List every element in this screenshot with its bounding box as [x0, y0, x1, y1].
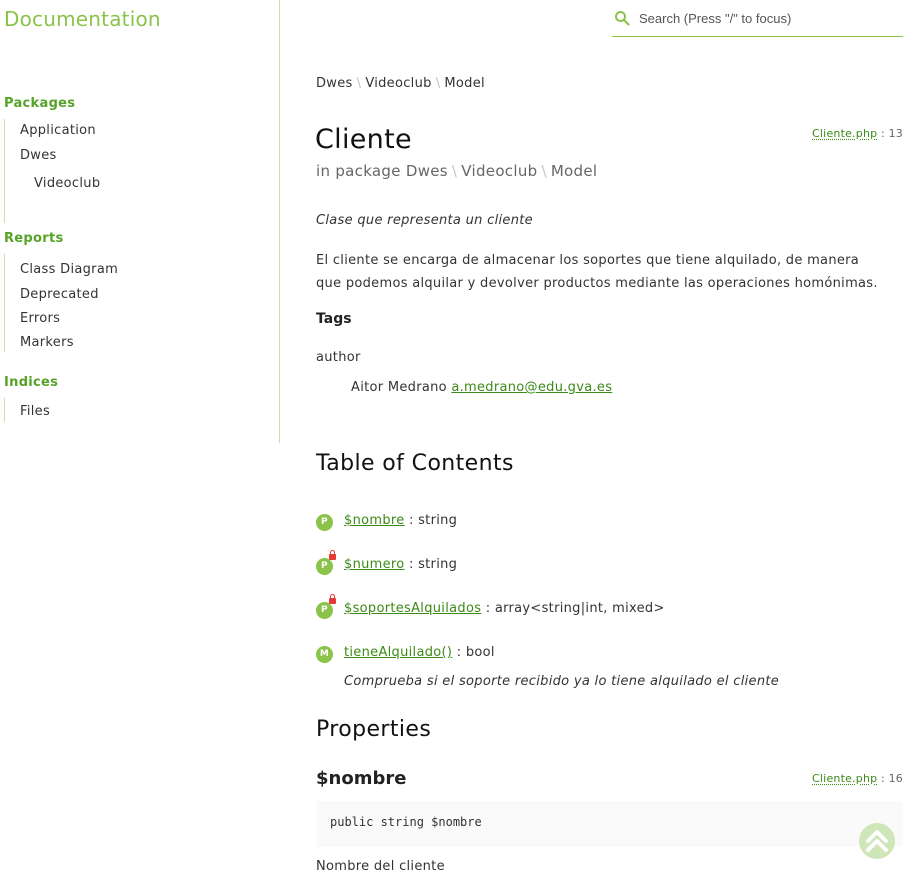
class-file-reference: Cliente.php : 13	[812, 127, 903, 140]
breadcrumb-dwes[interactable]: Dwes	[316, 76, 353, 91]
badge-letter: P	[321, 605, 328, 615]
sidebar-item-errors[interactable]: Errors	[20, 311, 60, 326]
toc-type: : string	[408, 513, 458, 528]
package-separator: \	[451, 162, 458, 180]
toc-type: : bool	[456, 645, 495, 660]
package-prefix: in package	[316, 162, 401, 180]
sidebar-item-class-diagram[interactable]: Class Diagram	[20, 262, 118, 277]
sidebar-item-application[interactable]: Application	[20, 123, 96, 138]
tag-value-author: Aitor Medrano a.medrano@edu.gva.es	[351, 380, 612, 395]
search-box[interactable]	[612, 6, 903, 37]
chevron-up-icon	[866, 830, 888, 852]
properties-heading: Properties	[316, 717, 432, 742]
author-name: Aitor Medrano	[351, 380, 447, 395]
breadcrumb-separator: \	[356, 76, 362, 91]
package-dwes[interactable]: Dwes	[406, 162, 448, 180]
property-badge-icon: P	[316, 514, 333, 531]
package-model[interactable]: Model	[551, 162, 598, 180]
toc-type: : string	[408, 557, 458, 572]
class-file-line: : 13	[881, 127, 903, 140]
toc-entry: tieneAlquilado() : bool	[344, 645, 495, 660]
toc-link-numero[interactable]: $numero	[344, 557, 405, 572]
breadcrumb-model[interactable]: Model	[444, 76, 485, 91]
sidebar-divider	[279, 0, 280, 443]
toc-entry: $numero : string	[344, 557, 457, 572]
property-title-nombre: $nombre	[316, 768, 407, 789]
toc-entry: $nombre : string	[344, 513, 457, 528]
search-input[interactable]	[639, 6, 899, 30]
sidebar-item-files[interactable]: Files	[20, 404, 50, 419]
property-file-link[interactable]: Cliente.php	[812, 772, 877, 785]
property-file-reference: Cliente.php : 16	[812, 772, 903, 785]
toc-heading: Table of Contents	[316, 451, 514, 476]
private-lock-icon	[329, 594, 336, 604]
class-summary: Clase que representa un cliente	[316, 213, 533, 228]
toc-link-soportes[interactable]: $soportesAlquilados	[344, 601, 481, 616]
badge-letter: P	[321, 561, 328, 571]
tags-heading: Tags	[316, 311, 352, 327]
method-badge-icon: M	[316, 646, 333, 663]
breadcrumb: Dwes \ Videoclub \ Model	[316, 76, 485, 91]
package-separator: \	[541, 162, 547, 180]
back-to-top-button[interactable]	[859, 823, 895, 859]
reports-list: Class Diagram Deprecated Errors Markers	[4, 254, 118, 352]
breadcrumb-videoclub[interactable]: Videoclub	[365, 76, 431, 91]
sidebar-item-videoclub[interactable]: Videoclub	[34, 176, 100, 191]
toc-entry: $soportesAlquilados : array<string|int, …	[344, 601, 665, 616]
author-email-link[interactable]: a.medrano@edu.gva.es	[451, 380, 612, 395]
property-badge-icon: P	[316, 550, 336, 575]
sidebar-indices: Indices Files	[4, 375, 58, 422]
class-description: El cliente se encarga de almacenar los s…	[316, 253, 878, 291]
property-badge-icon: P	[316, 594, 336, 619]
toc-link-nombre[interactable]: $nombre	[344, 513, 405, 528]
private-lock-icon	[329, 550, 336, 560]
packages-list: Application Dwes Videoclub	[4, 119, 100, 223]
sidebar-reports: Reports Class Diagram Deprecated Errors …	[4, 231, 118, 352]
sidebar-packages: Packages Application Dwes Videoclub	[4, 96, 100, 223]
sidebar-heading-packages: Packages	[4, 96, 76, 111]
search-icon	[614, 10, 630, 26]
sidebar-heading-reports: Reports	[4, 231, 64, 246]
property-signature: public string $nombre	[330, 815, 482, 829]
package-line: in package Dwes \ Videoclub \ Model	[316, 162, 597, 180]
toc-type: : array<string|int, mixed>	[485, 601, 665, 616]
toc-link-tiene-alquilado[interactable]: tieneAlquilado()	[344, 645, 452, 660]
toc-method-description: Comprueba si el soporte recibido ya lo t…	[344, 674, 780, 689]
property-file-line: : 16	[881, 772, 903, 785]
site-title[interactable]: Documentation	[4, 7, 161, 31]
property-signature-block: public string $nombre	[316, 801, 903, 847]
page-title: Cliente	[315, 124, 412, 155]
package-videoclub[interactable]: Videoclub	[461, 162, 537, 180]
sidebar-item-dwes[interactable]: Dwes	[20, 148, 57, 163]
property-description: Nombre del cliente	[316, 859, 445, 874]
indices-list: Files	[4, 398, 58, 422]
class-file-link[interactable]: Cliente.php	[812, 127, 877, 140]
tag-name-author: author	[316, 350, 361, 365]
sidebar-item-deprecated[interactable]: Deprecated	[20, 287, 99, 302]
sidebar-heading-indices: Indices	[4, 375, 59, 390]
breadcrumb-separator: \	[435, 76, 441, 91]
sidebar-item-markers[interactable]: Markers	[20, 335, 74, 350]
